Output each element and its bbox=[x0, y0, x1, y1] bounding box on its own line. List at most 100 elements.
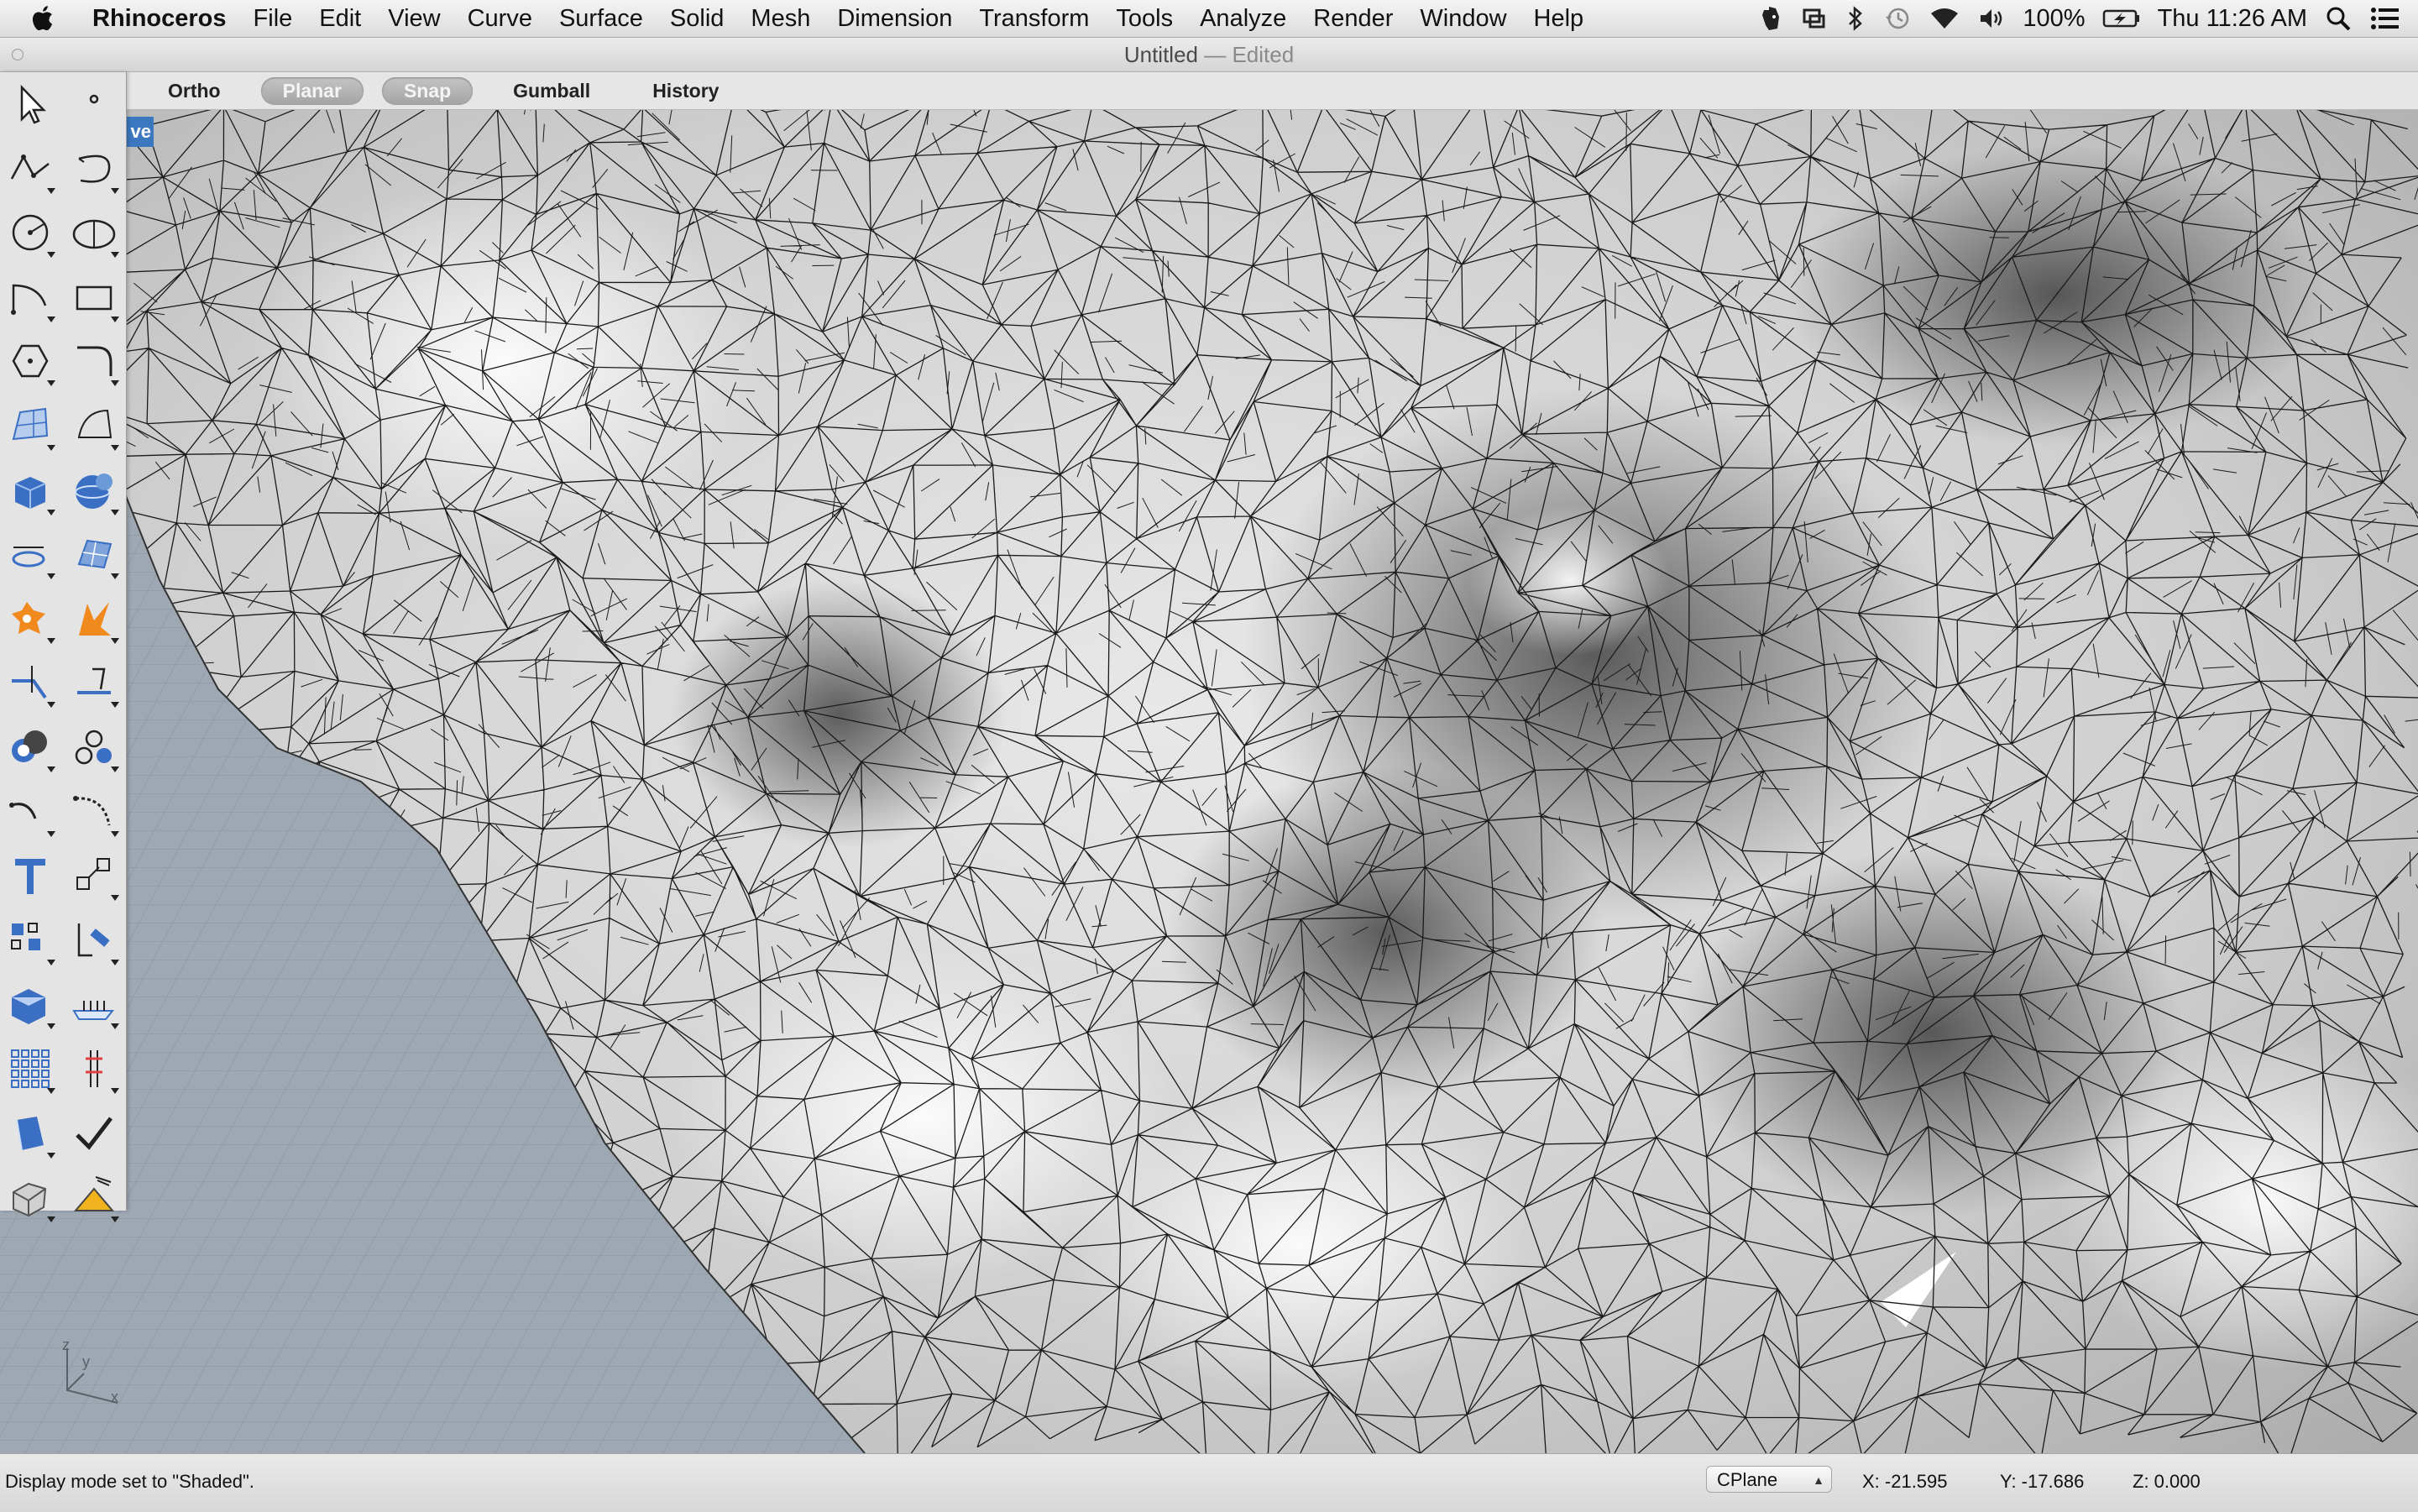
flyout-indicator-icon bbox=[47, 766, 55, 772]
axis-x-label: x bbox=[111, 1389, 118, 1405]
wifi-icon[interactable] bbox=[1929, 5, 1960, 32]
planar-surface-tool[interactable] bbox=[67, 527, 121, 581]
menu-dimension[interactable]: Dimension bbox=[824, 5, 966, 33]
evernote-icon[interactable] bbox=[1757, 5, 1784, 32]
flyout-indicator-icon bbox=[47, 252, 55, 259]
planar-toggle[interactable]: Planar bbox=[260, 76, 364, 105]
polygon-tool[interactable] bbox=[3, 334, 57, 388]
grid-tool[interactable] bbox=[67, 977, 121, 1031]
spotlight-search-icon[interactable] bbox=[2324, 4, 2353, 33]
mesh-scene[interactable] bbox=[0, 110, 2418, 1453]
point-tool[interactable] bbox=[67, 77, 121, 131]
fillet-edge-tool[interactable] bbox=[3, 785, 57, 839]
flyout-indicator-icon bbox=[111, 895, 119, 902]
menu-view[interactable]: View bbox=[374, 5, 453, 33]
arc-tool[interactable] bbox=[3, 270, 57, 324]
flyout-indicator-icon bbox=[111, 187, 119, 194]
group-tool[interactable] bbox=[67, 720, 121, 774]
flyout-indicator-icon bbox=[47, 316, 55, 322]
flyout-indicator-icon bbox=[47, 637, 55, 644]
apple-menu-icon[interactable] bbox=[29, 3, 59, 34]
flyout-indicator-icon bbox=[111, 959, 119, 965]
flyout-indicator-icon bbox=[47, 830, 55, 837]
battery-icon[interactable] bbox=[2102, 5, 2141, 32]
flyout-indicator-icon bbox=[47, 380, 55, 387]
point-icon bbox=[89, 94, 99, 104]
battery-percent[interactable]: 100% bbox=[2023, 5, 2085, 33]
axis-y-label: y bbox=[82, 1353, 90, 1370]
grid-array-tool[interactable] bbox=[3, 1042, 57, 1096]
text-tool[interactable] bbox=[3, 849, 57, 902]
ortho-toggle[interactable]: Ortho bbox=[146, 77, 243, 105]
analysis-tool[interactable] bbox=[67, 1170, 121, 1224]
menu-help[interactable]: Help bbox=[1520, 5, 1598, 33]
surface-patch-tool[interactable] bbox=[67, 399, 121, 453]
solid-tools-tool[interactable] bbox=[3, 1170, 57, 1224]
flyout-indicator-icon bbox=[111, 637, 119, 644]
boolean-tool[interactable] bbox=[3, 592, 57, 646]
menu-analyze[interactable]: Analyze bbox=[1186, 5, 1300, 33]
menu-file[interactable]: File bbox=[240, 5, 306, 33]
screen-mirror-icon[interactable] bbox=[1801, 5, 1828, 32]
blend-tool[interactable] bbox=[67, 785, 121, 839]
menu-surface[interactable]: Surface bbox=[546, 5, 657, 33]
render-tool[interactable] bbox=[3, 1107, 57, 1160]
world-axis-icon: z y x bbox=[62, 1340, 118, 1405]
time-machine-icon[interactable] bbox=[1883, 5, 1912, 32]
flyout-indicator-icon bbox=[111, 702, 119, 709]
status-bar: Display mode set to "Shaded". CPlane ▲ X… bbox=[0, 1453, 2418, 1512]
menu-mesh[interactable]: Mesh bbox=[737, 5, 824, 33]
polyline-tool[interactable] bbox=[3, 142, 57, 196]
text-icon bbox=[15, 859, 45, 895]
check-tool[interactable] bbox=[67, 1107, 121, 1160]
document-title: Untitled bbox=[1123, 42, 1198, 67]
menu-edit[interactable]: Edit bbox=[306, 5, 374, 33]
viewport-title[interactable]: ve bbox=[126, 117, 154, 147]
rectangle-tool[interactable] bbox=[67, 270, 121, 324]
ellipse-tool[interactable] bbox=[67, 206, 121, 259]
explode-tool[interactable] bbox=[67, 592, 121, 646]
menu-transform[interactable]: Transform bbox=[966, 5, 1102, 33]
orient-tool[interactable] bbox=[67, 913, 121, 967]
menu-render[interactable]: Render bbox=[1300, 5, 1406, 33]
select-arrow-tool[interactable] bbox=[3, 77, 57, 131]
trim-tool[interactable] bbox=[3, 656, 57, 709]
dimension-tool[interactable] bbox=[67, 1042, 121, 1096]
flyout-indicator-icon bbox=[111, 830, 119, 837]
display-mode-tool[interactable] bbox=[3, 977, 57, 1031]
perspective-viewport[interactable]: ve z y x bbox=[0, 110, 2418, 1453]
menu-solid[interactable]: Solid bbox=[657, 5, 738, 33]
flyout-indicator-icon bbox=[47, 1088, 55, 1094]
fillet-curve-tool[interactable] bbox=[67, 334, 121, 388]
menubar-clock[interactable]: Thu 11:26 AM bbox=[2158, 5, 2307, 33]
curve-tool[interactable] bbox=[67, 142, 121, 196]
boolean-union-tool[interactable] bbox=[3, 720, 57, 774]
y-coordinate: Y: -17.686 bbox=[2000, 1471, 2085, 1492]
flyout-indicator-icon bbox=[111, 1216, 119, 1223]
app-menu[interactable]: Rhinoceros bbox=[87, 5, 240, 33]
circle-tool[interactable] bbox=[3, 206, 57, 259]
surface-from-points-tool[interactable] bbox=[3, 399, 57, 453]
tool-palette bbox=[0, 72, 127, 1223]
menu-window[interactable]: Window bbox=[1406, 5, 1520, 33]
array-tool[interactable] bbox=[3, 913, 57, 967]
snap-toggle[interactable]: Snap bbox=[381, 76, 474, 105]
gumball-toggle[interactable]: Gumball bbox=[491, 77, 612, 105]
notification-center-icon[interactable] bbox=[2369, 4, 2401, 33]
extrude-tool[interactable] bbox=[3, 527, 57, 581]
menu-tools[interactable]: Tools bbox=[1102, 5, 1186, 33]
bluetooth-icon[interactable] bbox=[1845, 5, 1866, 32]
command-message: Display mode set to "Shaded". bbox=[5, 1471, 254, 1492]
box-solid-tool[interactable] bbox=[3, 463, 57, 517]
window-close-button[interactable] bbox=[12, 49, 24, 60]
volume-icon[interactable] bbox=[1977, 5, 2006, 32]
split-tool[interactable] bbox=[67, 656, 121, 709]
flyout-indicator-icon bbox=[111, 1088, 119, 1094]
cplane-select[interactable]: CPlane ▲ bbox=[1706, 1466, 1832, 1493]
scale-tool[interactable] bbox=[67, 849, 121, 902]
sphere-solid-tool[interactable] bbox=[67, 463, 121, 517]
menu-curve[interactable]: Curve bbox=[454, 5, 546, 33]
flyout-indicator-icon bbox=[47, 702, 55, 709]
history-toggle[interactable]: History bbox=[631, 77, 741, 105]
flyout-indicator-icon bbox=[111, 766, 119, 772]
